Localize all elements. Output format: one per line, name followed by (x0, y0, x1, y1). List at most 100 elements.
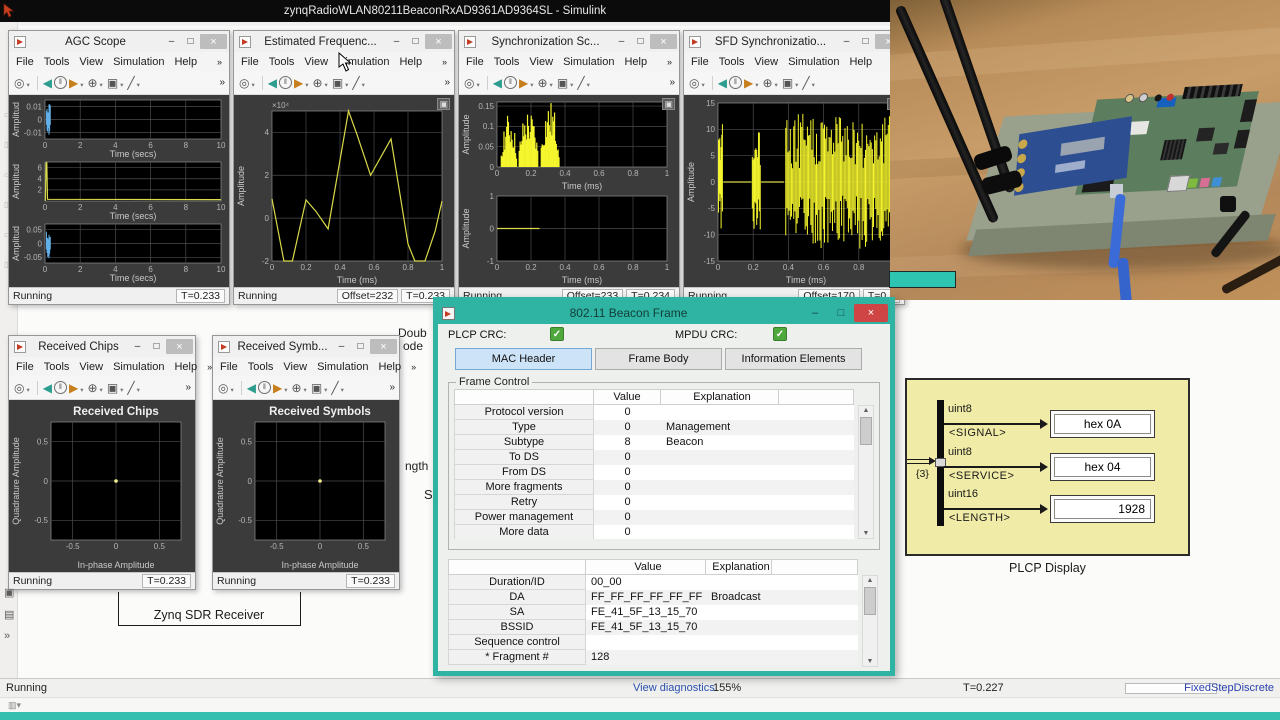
record-button[interactable]: ◎ (689, 76, 699, 90)
menu-overflow-icon[interactable]: » (667, 57, 672, 67)
measurements-button[interactable]: ╱ (331, 381, 338, 395)
menu-view[interactable]: View (79, 361, 103, 373)
fit-view-button[interactable]: ▣ (332, 76, 343, 90)
scope-plot-area[interactable]: 00.20.40.60.81-2024Time (ms)Amplitude×10… (234, 95, 454, 287)
menu-view[interactable]: View (304, 56, 328, 68)
dropdown-icon[interactable]: ▾ (251, 81, 254, 89)
record-button[interactable]: ◎ (239, 76, 249, 90)
dropdown-icon[interactable]: ▾ (362, 81, 365, 89)
table-row[interactable]: Protocol version0 (454, 405, 874, 420)
menu-help[interactable]: Help (174, 56, 197, 68)
menu-help[interactable]: Help (399, 56, 422, 68)
menu-tools[interactable]: Tools (248, 361, 274, 373)
zoom-button[interactable]: ⊕ (291, 381, 301, 395)
dropdown-icon[interactable]: ▾ (530, 81, 533, 89)
maximize-button[interactable]: □ (147, 339, 166, 354)
fit-view-button[interactable]: ▣ (311, 381, 322, 395)
table-row[interactable]: Type0Management (454, 420, 874, 435)
step-back-button[interactable]: ◀ (247, 381, 256, 395)
signal-display-block[interactable]: hex 0A (1050, 410, 1155, 438)
dropdown-icon[interactable]: ▾ (812, 81, 815, 89)
step-forward-button[interactable]: ▶ (519, 76, 528, 90)
pause-button[interactable]: ‖ (258, 381, 271, 394)
scope-plot-area[interactable]: -0.500.5-0.500.5In-phase AmplitudeQuadra… (213, 400, 399, 572)
pause-button[interactable]: ‖ (279, 76, 292, 89)
dropdown-icon[interactable]: ▾ (304, 386, 307, 394)
close-button[interactable]: × (425, 34, 452, 49)
menu-view[interactable]: View (79, 56, 103, 68)
minimize-button[interactable]: – (837, 34, 856, 49)
menu-help[interactable]: Help (174, 361, 197, 373)
dialog-maximize-button[interactable]: □ (828, 304, 854, 322)
menu-tools[interactable]: Tools (494, 56, 520, 68)
plcp-display-block[interactable]: {3} uint8 <SIGNAL> hex 0A uint8 <SERVICE… (905, 378, 1190, 556)
menu-file[interactable]: File (466, 56, 484, 68)
dropdown-icon[interactable]: ▾ (305, 81, 308, 89)
menu-overflow-icon[interactable]: » (411, 362, 416, 372)
pause-button[interactable]: ‖ (54, 76, 67, 89)
menu-overflow-icon[interactable]: » (217, 57, 222, 67)
fit-view-button[interactable]: ▣ (557, 76, 568, 90)
dialog-close-button[interactable]: × (854, 304, 888, 322)
step-back-button[interactable]: ◀ (43, 381, 52, 395)
step-back-button[interactable]: ◀ (43, 76, 52, 90)
zoom-button[interactable]: ⊕ (762, 76, 772, 90)
menu-simulation[interactable]: Simulation (563, 56, 614, 68)
step-back-button[interactable]: ◀ (718, 76, 727, 90)
fit-view-button[interactable]: ▣ (782, 76, 793, 90)
record-button[interactable]: ◎ (14, 76, 24, 90)
table-row[interactable]: Sequence control (448, 635, 878, 650)
menu-help[interactable]: Help (624, 56, 647, 68)
zoom-button[interactable]: ⊕ (537, 76, 547, 90)
scrollbar-thumb[interactable] (864, 587, 876, 615)
table-row[interactable]: Duration/ID00_00 (448, 575, 878, 590)
toolbar-overflow-icon[interactable]: » (219, 77, 225, 88)
dropdown-icon[interactable]: ▾ (137, 81, 140, 89)
menu-view[interactable]: View (283, 361, 307, 373)
table-row[interactable]: Power management0 (454, 510, 874, 525)
dropdown-icon[interactable]: ▾ (587, 81, 590, 89)
dropdown-icon[interactable]: ▾ (26, 81, 29, 89)
scroll-up-icon[interactable]: ▲ (859, 407, 873, 414)
scroll-up-icon[interactable]: ▲ (863, 577, 877, 584)
menu-file[interactable]: File (241, 56, 259, 68)
maximize-button[interactable]: □ (631, 34, 650, 49)
solver-link[interactable]: FixedStepDiscrete (1184, 682, 1274, 694)
toolbar-overflow-icon[interactable]: » (444, 77, 450, 88)
minimize-button[interactable]: – (332, 339, 351, 354)
scope-titlebar[interactable]: Estimated Frequenc... – □ × (234, 31, 454, 52)
menu-file[interactable]: File (691, 56, 709, 68)
menu-view[interactable]: View (529, 56, 553, 68)
table-row[interactable]: * Fragment #128 (448, 650, 878, 665)
measurements-button[interactable]: ╱ (802, 76, 809, 90)
menu-overflow-icon[interactable]: » (442, 57, 447, 67)
dropdown-icon[interactable]: ▾ (284, 386, 287, 394)
tab-information-elements[interactable]: Information Elements (725, 348, 862, 370)
dropdown-icon[interactable]: ▾ (325, 81, 328, 89)
dialog-minimize-button[interactable]: – (802, 304, 828, 322)
menu-file[interactable]: File (16, 361, 34, 373)
maximize-button[interactable]: □ (856, 34, 875, 49)
dialog-titlebar[interactable]: 802.11 Beacon Frame – □ × (438, 302, 890, 324)
columns-icon[interactable]: ▥▾ (8, 700, 21, 711)
dropdown-icon[interactable]: ▾ (570, 81, 573, 89)
view-diagnostics-link[interactable]: View diagnostics (633, 682, 715, 694)
scope-titlebar[interactable]: SFD Synchronizatio... – □ × (684, 31, 904, 52)
layout-icon[interactable]: ▤ (4, 608, 24, 621)
menu-tools[interactable]: Tools (719, 56, 745, 68)
table-row[interactable]: BSSIDFE_41_5F_13_15_70 (448, 620, 878, 635)
step-forward-button[interactable]: ▶ (69, 76, 78, 90)
scrollbar-thumb[interactable] (860, 417, 872, 445)
table-row[interactable]: From DS0 (454, 465, 874, 480)
dropdown-icon[interactable]: ▾ (120, 81, 123, 89)
scope-titlebar[interactable]: AGC Scope – □ × (9, 31, 229, 52)
scope-plot-area[interactable]: 00.20.40.60.8-15-10-5051015Time (ms)Ampl… (684, 95, 904, 287)
menu-simulation[interactable]: Simulation (113, 56, 164, 68)
maximize-button[interactable]: □ (181, 34, 200, 49)
minimize-button[interactable]: – (162, 34, 181, 49)
dropdown-icon[interactable]: ▾ (341, 386, 344, 394)
pause-button[interactable]: ‖ (729, 76, 742, 89)
record-button[interactable]: ◎ (218, 381, 228, 395)
fit-view-button[interactable]: ▣ (107, 76, 118, 90)
dropdown-icon[interactable]: ▾ (345, 81, 348, 89)
